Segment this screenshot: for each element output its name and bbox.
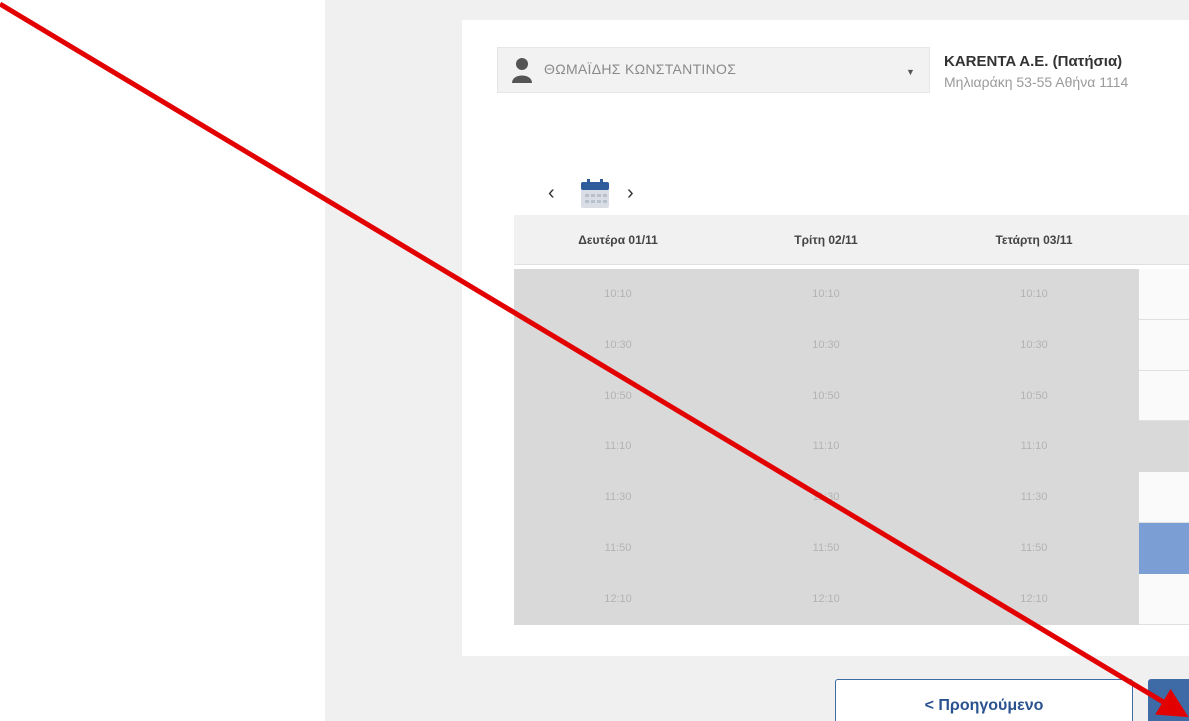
company-address: Μηλιαράκη 53-55 Αθήνα 1114 [944, 74, 1129, 90]
time-slot: 12:10 [812, 592, 840, 605]
time-slot[interactable] [1139, 269, 1189, 320]
time-slot: 10:50 [812, 389, 840, 402]
time-slot: 10:50 [1020, 389, 1048, 402]
page: ΘΩΜΑΪΔΗΣ ΚΩΝΣΤΑΝΤΙΝΟΣ ▼ KARENTA A.E. (Πα… [0, 0, 1189, 721]
schedule-table: Δευτέρα 01/11 Τρίτη 02/11 Τετάρτη 03/11 … [514, 215, 1189, 625]
time-slot: 10:30 [812, 338, 840, 351]
time-slot: 12:10 [1020, 592, 1048, 605]
calendar-icon[interactable] [579, 178, 611, 210]
time-slot [1139, 421, 1189, 473]
time-slot: 11:30 [812, 491, 840, 504]
time-slot: 12:10 [604, 592, 632, 605]
company-name: KARENTA A.E. (Πατήσια) [944, 53, 1123, 70]
time-slot: 10:10 [604, 288, 632, 300]
day-header-wednesday: Τετάρτη 03/11 [995, 233, 1073, 247]
time-slot: 11:50 [812, 542, 840, 554]
time-slot: 11:30 [1020, 491, 1048, 504]
person-icon [512, 58, 532, 83]
time-slot: 11:50 [604, 542, 632, 554]
time-slot: 10:10 [812, 288, 840, 300]
day-header-monday: Δευτέρα 01/11 [578, 233, 658, 247]
time-slot: 10:50 [604, 389, 632, 402]
time-slot: 11:10 [1020, 440, 1048, 453]
time-slot: 10:30 [604, 338, 632, 351]
technician-name: ΘΩΜΑΪΔΗΣ ΚΩΝΣΤΑΝΤΙΝΟΣ [544, 61, 737, 77]
day-header-tuesday: Τρίτη 02/11 [794, 233, 858, 247]
time-slot: 10:30 [1020, 338, 1048, 351]
next-week-button[interactable]: › [627, 178, 634, 208]
previous-button[interactable]: < Προηγούμενο [835, 679, 1133, 721]
time-slot: 11:30 [604, 491, 632, 504]
time-slot-selected[interactable] [1139, 523, 1189, 574]
time-slot[interactable] [1139, 319, 1189, 371]
time-slot: 10:10 [1020, 288, 1048, 300]
technician-select[interactable]: ΘΩΜΑΪΔΗΣ ΚΩΝΣΤΑΝΤΙΝΟΣ ▼ [497, 47, 930, 93]
time-slot: 11:10 [604, 440, 632, 453]
schedule-header: Δευτέρα 01/11 Τρίτη 02/11 Τετάρτη 03/11 [514, 215, 1189, 265]
time-slot: 11:50 [1020, 542, 1048, 554]
next-button[interactable] [1148, 679, 1189, 721]
previous-week-button[interactable]: ‹ [548, 178, 555, 208]
time-slot[interactable] [1139, 472, 1189, 523]
time-slot[interactable] [1139, 370, 1189, 422]
chevron-down-icon: ▼ [906, 67, 915, 77]
time-slot: 11:10 [812, 440, 840, 453]
time-slot[interactable] [1139, 573, 1189, 625]
